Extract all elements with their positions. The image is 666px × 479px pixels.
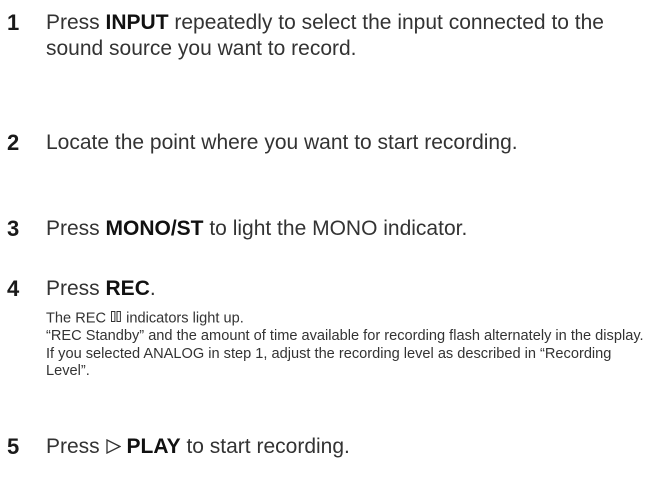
step-number: 2 (7, 130, 20, 155)
step-1: 1 Press INPUT repeatedly to select the i… (0, 10, 666, 100)
step-text: Press REC. (46, 276, 646, 302)
note-line: If you selected ANALOG in step 1, adjust… (46, 345, 612, 380)
step-5: 5 Press PLAY to start recording. (0, 434, 666, 464)
step-2: 2 Locate the point where you want to sta… (0, 130, 666, 190)
step-number: 4 (7, 276, 20, 301)
step-notes: The REC indicators light up. “REC Standb… (46, 310, 658, 381)
step-text-after: . (149, 277, 156, 300)
button-name: MONO/ST (105, 217, 204, 240)
step-text-before: Press (46, 277, 106, 300)
step-4: 4 Press REC. The REC indicators light up… (0, 276, 666, 426)
step-text-before: Press (46, 217, 106, 240)
note-line: The REC indicators light up. (46, 310, 658, 328)
pause-icon (111, 310, 121, 328)
step-3: 3 Press MONO/ST to light the MONO indica… (0, 216, 666, 246)
step-number: 1 (7, 10, 20, 35)
step-text-before: Press (46, 11, 106, 34)
play-icon (105, 434, 121, 460)
step-text: Locate the point where you want to start… (46, 131, 518, 154)
step-text-after: to light the MONO indicator. (203, 217, 468, 240)
step-text-before: Press (46, 435, 106, 458)
button-name: INPUT (105, 11, 169, 34)
step-text: Press INPUT repeatedly to select the inp… (46, 10, 646, 62)
step-text: Press PLAY to start recording. (46, 434, 646, 460)
step-number: 5 (7, 434, 20, 459)
note-line: “REC Standby” and the amount of time ava… (46, 328, 644, 345)
button-name: PLAY (126, 435, 181, 458)
step-text: Press MONO/ST to light the MONO indicato… (46, 216, 646, 242)
step-text-after: to start recording. (180, 435, 350, 458)
note-text-after: indicators light up. (122, 310, 244, 327)
step-number: 3 (7, 216, 20, 241)
button-name: REC (105, 277, 150, 300)
note-text-before: The REC (46, 310, 111, 327)
